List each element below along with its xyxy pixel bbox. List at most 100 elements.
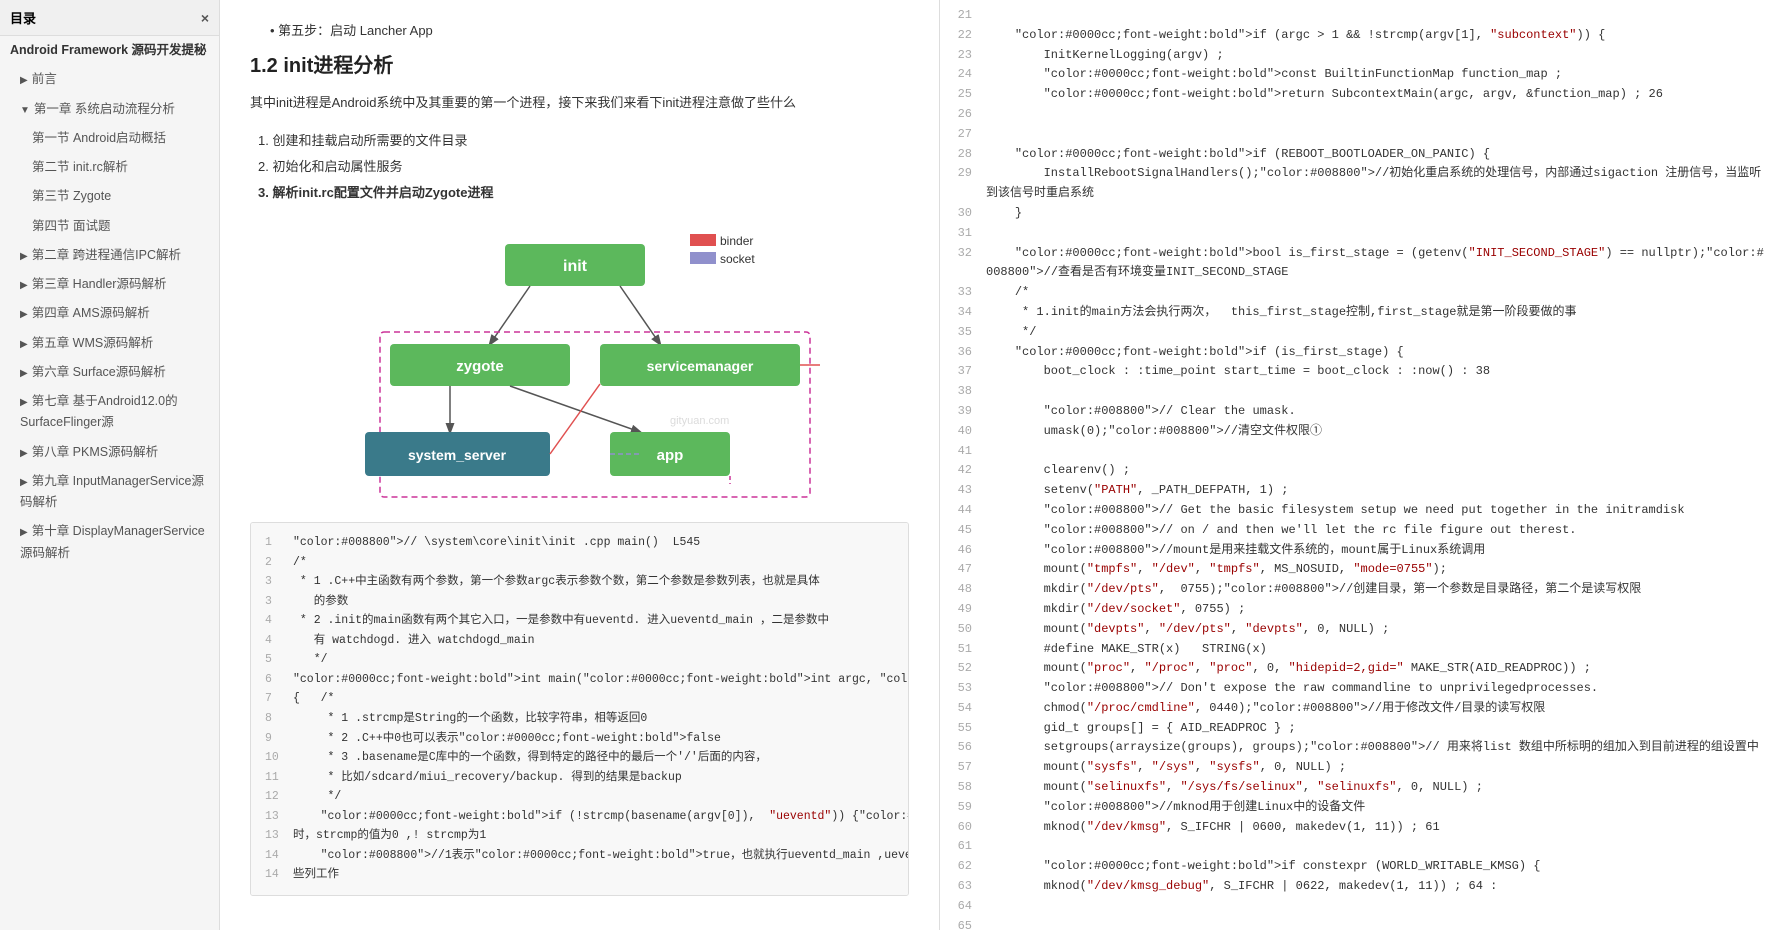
sidebar-item-chap3[interactable]: ▶第三章 Handler源码解析 (0, 270, 219, 299)
sidebar-close-button[interactable]: × (201, 10, 209, 26)
line-code: setenv("PATH", _PATH_DEFPATH, 1) ; (986, 481, 1288, 501)
sidebar-item-chap1-1[interactable]: 第一节 Android启动概括 (0, 124, 219, 153)
code-panel-line: 64 (940, 897, 1774, 917)
line-code: /* (986, 283, 1029, 303)
sidebar-header: 目录 × (0, 0, 219, 36)
line-code: "color:#0000cc;font-weight:bold">const B… (986, 65, 1562, 85)
line-number: 38 (950, 382, 986, 402)
sidebar-item-chap1-3[interactable]: 第三节 Zygote (0, 182, 219, 211)
line-code: "color:#008800">// Clear the umask. (986, 402, 1296, 422)
line-code: } (986, 204, 1022, 224)
sidebar-item-chap10[interactable]: ▶第十章 DisplayManagerService源码解析 (0, 517, 219, 568)
line-code: InstallRebootSignalHandlers();"color:#00… (986, 164, 1764, 204)
code-panel-line: 40 umask(0);"color:#008800">//清空文件权限① (940, 422, 1774, 442)
code-panel-line: 65 (940, 917, 1774, 930)
code-panel-line: 22 "color:#0000cc;font-weight:bold">if (… (940, 26, 1774, 46)
code-panel-line: 33 /* (940, 283, 1774, 303)
svg-text:app: app (656, 447, 683, 464)
code-panel-line: 35 */ (940, 323, 1774, 343)
code-line: 11 * 比如/sdcard/miui_recovery/backup. 得到的… (265, 768, 894, 788)
line-code: InitKernelLogging(argv) ; (986, 46, 1224, 66)
step-label: • 第五步：启动 Lancher App (250, 20, 909, 39)
svg-text:zygote: zygote (456, 358, 504, 375)
line-number: 61 (950, 837, 986, 857)
line-code: mkdir("/dev/socket", 0755) ; (986, 600, 1245, 620)
code-panel-line: 36 "color:#0000cc;font-weight:bold">if (… (940, 343, 1774, 363)
code-panel-line: 47 mount("tmpfs", "/dev", "tmpfs", MS_NO… (940, 560, 1774, 580)
line-number: 21 (950, 6, 986, 26)
line-number: 23 (950, 46, 986, 66)
code-panel[interactable]: 2122 "color:#0000cc;font-weight:bold">if… (940, 0, 1774, 930)
code-line: 1"color:#008800">// \system\core\init\in… (265, 533, 894, 553)
sidebar-label-chap1-3: 第三节 Zygote (32, 189, 111, 203)
line-number: 58 (950, 778, 986, 798)
article-list: 1. 创建和挂载启动所需要的文件目录 2. 初始化和启动属性服务 3. 解析in… (250, 128, 909, 206)
code-line: 4 * 2 .init的main函数有两个其它入口，一是参数中有ueventd.… (265, 611, 894, 631)
line-number: 43 (950, 481, 986, 501)
code-panel-line: 44 "color:#008800">// Get the basic file… (940, 501, 1774, 521)
code-line: 10 * 3 .basename是C库中的一个函数，得到特定的路径中的最后一个'… (265, 748, 894, 768)
sidebar: 目录 × Android Framework 源码开发提秘▶前言▼第一章 系统启… (0, 0, 220, 930)
svg-text:gityuan.com: gityuan.com (670, 415, 729, 427)
sidebar-item-chap2[interactable]: ▶第二章 跨进程通信IPC解析 (0, 241, 219, 270)
code-line: 5 */ (265, 650, 894, 670)
line-number: 59 (950, 798, 986, 818)
svg-text:binder: binder (720, 234, 753, 248)
line-code: "color:#008800">// Get the basic filesys… (986, 501, 1685, 521)
sidebar-label-chap2: 第二章 跨进程通信IPC解析 (32, 248, 181, 262)
sidebar-item-chap6[interactable]: ▶第六章 Surface源码解析 (0, 358, 219, 387)
code-panel-line: 42 clearenv() ; (940, 461, 1774, 481)
code-line: 13时，strcmp的值为0 ,! strcmp为1 (265, 826, 894, 846)
line-code: gid_t groups[] = { AID_READPROC } ; (986, 719, 1296, 739)
line-code: clearenv() ; (986, 461, 1130, 481)
sidebar-item-chap1-4[interactable]: 第四节 面试题 (0, 212, 219, 241)
line-number: 22 (950, 26, 986, 46)
list-item-2: 2. 初始化和启动属性服务 (250, 154, 909, 180)
sidebar-title-label: 目录 (10, 8, 36, 27)
sidebar-label-chap9: 第九章 InputManagerService源码解析 (20, 474, 204, 509)
sidebar-item-chap8[interactable]: ▶第八章 PKMS源码解析 (0, 438, 219, 467)
line-code: setgroups(arraysize(groups), groups);"co… (986, 738, 1759, 758)
article-panel: • 第五步：启动 Lancher App 1.2 init进程分析 其中init… (220, 0, 940, 930)
sidebar-item-chap4[interactable]: ▶第四章 AMS源码解析 (0, 299, 219, 328)
code-panel-line: 49 mkdir("/dev/socket", 0755) ; (940, 600, 1774, 620)
line-code: */ (986, 323, 1036, 343)
code-panel-line: 27 (940, 125, 1774, 145)
sidebar-label-chap7: 第七章 基于Android12.0的SurfaceFlinger源 (20, 394, 178, 429)
line-code: "color:#0000cc;font-weight:bold">return … (986, 85, 1663, 105)
code-panel-line: 54 chmod("/proc/cmdline", 0440);"color:#… (940, 699, 1774, 719)
sidebar-item-preface[interactable]: ▶前言 (0, 65, 219, 94)
code-panel-line: 51 #define MAKE_STR(x) STRING(x) (940, 640, 1774, 660)
sidebar-item-chap9[interactable]: ▶第九章 InputManagerService源码解析 (0, 467, 219, 518)
line-code: umask(0);"color:#008800">//清空文件权限① (986, 422, 1322, 442)
line-number: 39 (950, 402, 986, 422)
line-number: 25 (950, 85, 986, 105)
sidebar-label-chap8: 第八章 PKMS源码解析 (32, 445, 158, 459)
line-code: mount("proc", "/proc", "proc", 0, "hidep… (986, 659, 1591, 679)
sidebar-item-chap5[interactable]: ▶第五章 WMS源码解析 (0, 329, 219, 358)
line-code: * 1.init的main方法会执行两次， this_first_stage控制… (986, 303, 1576, 323)
line-number: 41 (950, 442, 986, 462)
line-number: 29 (950, 164, 986, 184)
code-panel-lines: 2122 "color:#0000cc;font-weight:bold">if… (940, 6, 1774, 930)
line-code: mount("selinuxfs", "/sys/fs/selinux", "s… (986, 778, 1483, 798)
line-number: 44 (950, 501, 986, 521)
sidebar-item-chap7[interactable]: ▶第七章 基于Android12.0的SurfaceFlinger源 (0, 387, 219, 438)
line-number: 52 (950, 659, 986, 679)
sidebar-item-chap1-2[interactable]: 第二节 init.rc解析 (0, 153, 219, 182)
line-code: #define MAKE_STR(x) STRING(x) (986, 640, 1267, 660)
line-number: 49 (950, 600, 986, 620)
main-content: • 第五步：启动 Lancher App 1.2 init进程分析 其中init… (220, 0, 1774, 930)
sidebar-item-chap1[interactable]: ▼第一章 系统启动流程分析 (0, 95, 219, 124)
line-code: mknod("/dev/kmsg", S_IFCHR | 0600, maked… (986, 818, 1440, 838)
svg-text:servicemanager: servicemanager (646, 358, 753, 374)
code-panel-line: 53 "color:#008800">// Don't expose the r… (940, 679, 1774, 699)
code-line: 6"color:#0000cc;font-weight:bold">int ma… (265, 670, 894, 690)
code-panel-line: 60 mknod("/dev/kmsg", S_IFCHR | 0600, ma… (940, 818, 1774, 838)
sidebar-item-book-title[interactable]: Android Framework 源码开发提秘 (0, 36, 219, 65)
line-number: 42 (950, 461, 986, 481)
sidebar-label-chap5: 第五章 WMS源码解析 (32, 336, 154, 350)
sidebar-label-chap1-2: 第二节 init.rc解析 (32, 160, 128, 174)
code-panel-line: 45 "color:#008800">// on / and then we'l… (940, 521, 1774, 541)
line-number: 48 (950, 580, 986, 600)
